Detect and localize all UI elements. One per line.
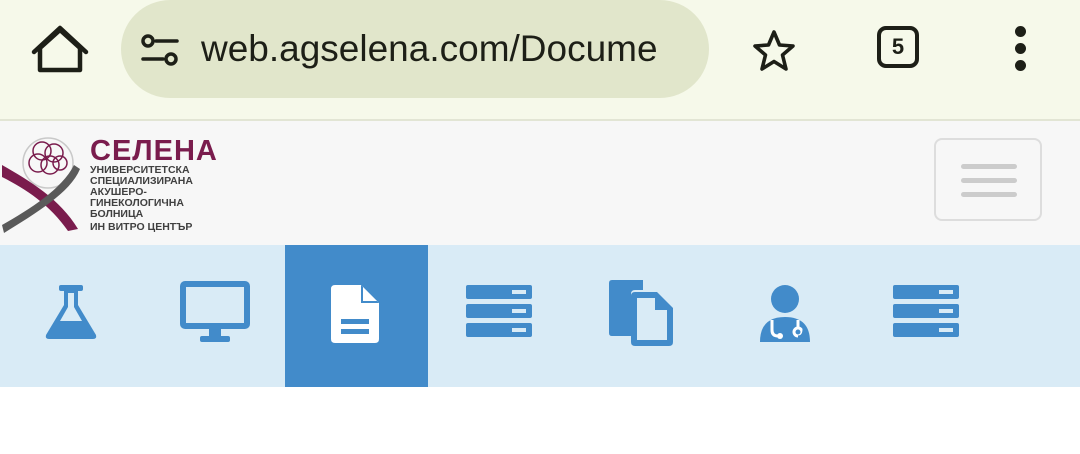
- brand-description: УНИВЕРСИТЕТСКА СПЕЦИАЛИЗИРАНА АКУШЕРО- Г…: [90, 165, 230, 220]
- nav-item-doctors[interactable]: [714, 245, 857, 387]
- nav-item-records[interactable]: [428, 245, 571, 387]
- hamburger-bar: [961, 178, 1017, 183]
- copy-icon: [609, 280, 673, 346]
- monitor-icon: [180, 281, 250, 342]
- hamburger-menu-button[interactable]: [934, 138, 1042, 221]
- home-button[interactable]: [30, 22, 90, 78]
- brand-subtitle: ИН ВИТРО ЦЕНТЪР: [90, 221, 193, 233]
- document-icon: [331, 285, 379, 343]
- bookmark-button[interactable]: [750, 27, 798, 75]
- nav-item-documents[interactable]: [285, 245, 428, 387]
- address-bar[interactable]: web.agselena.com/Docume: [121, 0, 709, 98]
- icon-nav: [0, 245, 1080, 387]
- tab-switcher-button[interactable]: 5: [877, 26, 919, 68]
- tune-icon[interactable]: [139, 30, 181, 70]
- selena-logo[interactable]: [0, 129, 90, 239]
- site-header: СЕЛЕНА УНИВЕРСИТЕТСКА СПЕЦИАЛИЗИРАНА АКУ…: [0, 121, 1080, 245]
- star-icon: [753, 30, 795, 71]
- brand-line: БОЛНИЦА: [90, 208, 144, 220]
- nav-item-copies[interactable]: [571, 245, 714, 387]
- browser-toolbar: web.agselena.com/Docume 5: [0, 0, 1080, 119]
- hamburger-bar: [961, 164, 1017, 169]
- nav-item-services[interactable]: [857, 245, 1000, 387]
- nav-item-monitor[interactable]: [143, 245, 286, 387]
- more-vert-icon[interactable]: [1004, 26, 1036, 72]
- home-icon: [31, 25, 89, 73]
- server-list-icon: [466, 285, 532, 337]
- server-list-icon: [893, 285, 959, 337]
- url-text[interactable]: web.agselena.com/Docume: [201, 26, 689, 72]
- flask-icon: [45, 285, 97, 339]
- hamburger-bar: [961, 192, 1017, 197]
- doctor-icon: [760, 285, 810, 342]
- nav-item-lab[interactable]: [0, 245, 143, 387]
- page-content: [0, 387, 1080, 454]
